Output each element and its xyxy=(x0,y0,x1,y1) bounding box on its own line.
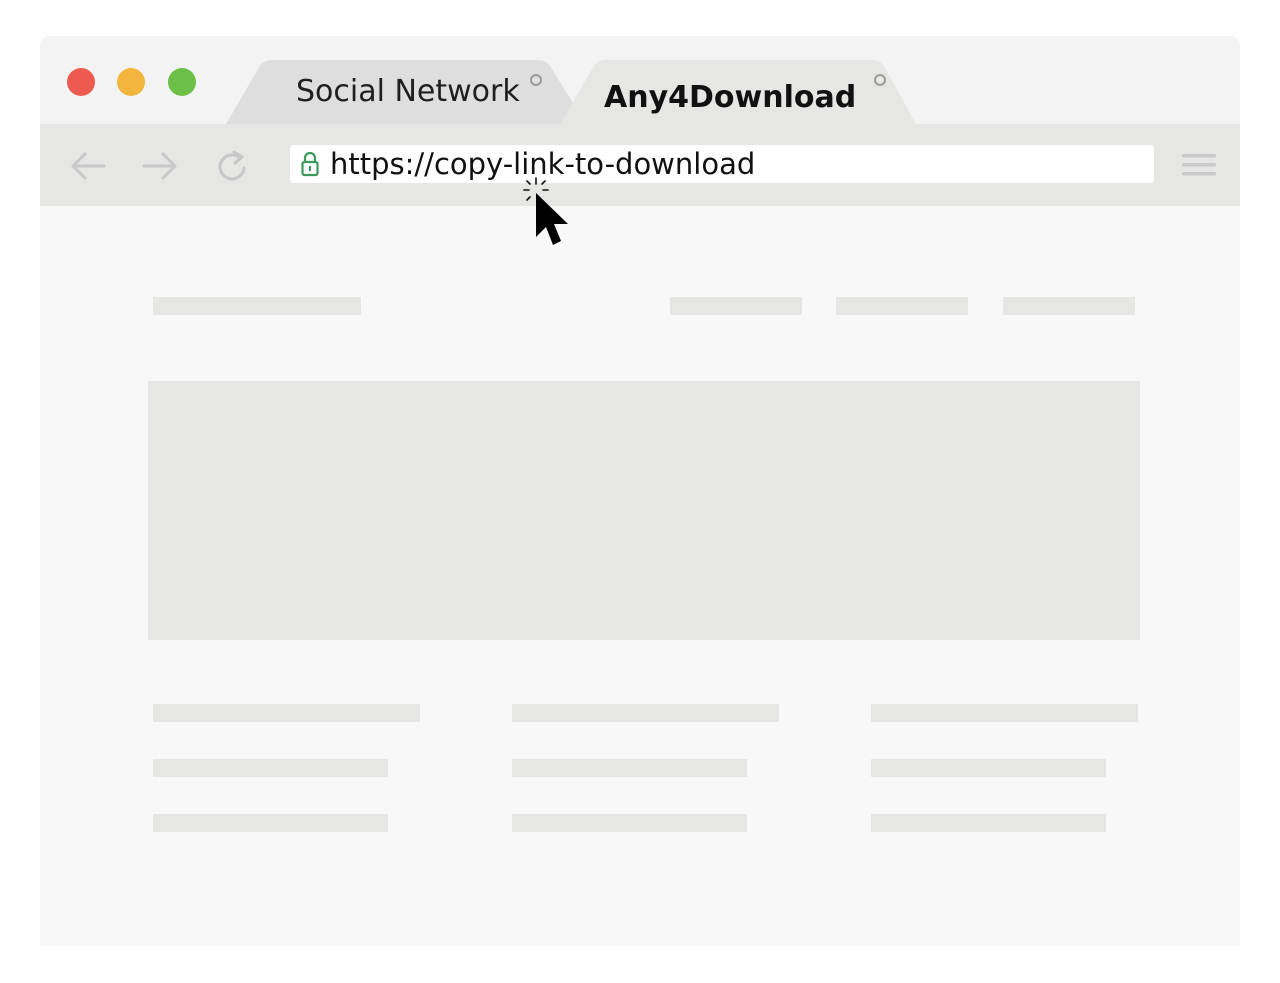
placeholder-text-line xyxy=(153,759,388,777)
placeholder-text-line xyxy=(512,814,747,832)
browser-toolbar: https://copy-link-to-download xyxy=(40,124,1240,206)
minimize-window-button[interactable] xyxy=(117,68,145,96)
tab-label: Any4Download xyxy=(604,80,857,115)
placeholder-text-line xyxy=(512,759,747,777)
arrow-left-icon xyxy=(71,152,106,180)
close-window-button[interactable] xyxy=(67,68,95,96)
tab-any4download[interactable]: Any4Download xyxy=(560,60,920,124)
placeholder-hero xyxy=(148,381,1140,640)
placeholder-text-line xyxy=(153,814,388,832)
address-bar[interactable]: https://copy-link-to-download xyxy=(290,145,1154,183)
reload-button[interactable] xyxy=(212,146,252,186)
arrow-right-icon xyxy=(142,152,177,180)
placeholder-text-line xyxy=(153,704,420,722)
placeholder-logo xyxy=(153,297,361,315)
tab-label: Social Network xyxy=(296,74,520,109)
back-button[interactable] xyxy=(68,146,108,186)
lock-icon xyxy=(301,151,319,177)
placeholder-nav-item xyxy=(1003,297,1135,315)
placeholder-nav-item xyxy=(836,297,968,315)
reload-icon xyxy=(218,150,246,181)
hamburger-menu-icon[interactable] xyxy=(1182,152,1216,178)
placeholder-nav-item xyxy=(670,297,802,315)
title-bar: Social Network Any4Download xyxy=(40,36,1240,124)
maximize-window-button[interactable] xyxy=(168,68,196,96)
tab-close-icon[interactable] xyxy=(530,74,542,86)
forward-button[interactable] xyxy=(140,146,180,186)
mouse-pointer-icon xyxy=(523,177,568,245)
placeholder-text-line xyxy=(871,704,1138,722)
placeholder-text-line xyxy=(871,814,1106,832)
placeholder-text-line xyxy=(512,704,779,722)
tab-close-icon[interactable] xyxy=(874,74,886,86)
tab-social-network[interactable]: Social Network xyxy=(226,60,586,124)
placeholder-text-line xyxy=(871,759,1106,777)
browser-window: Social Network Any4Download https://copy… xyxy=(40,36,1240,946)
